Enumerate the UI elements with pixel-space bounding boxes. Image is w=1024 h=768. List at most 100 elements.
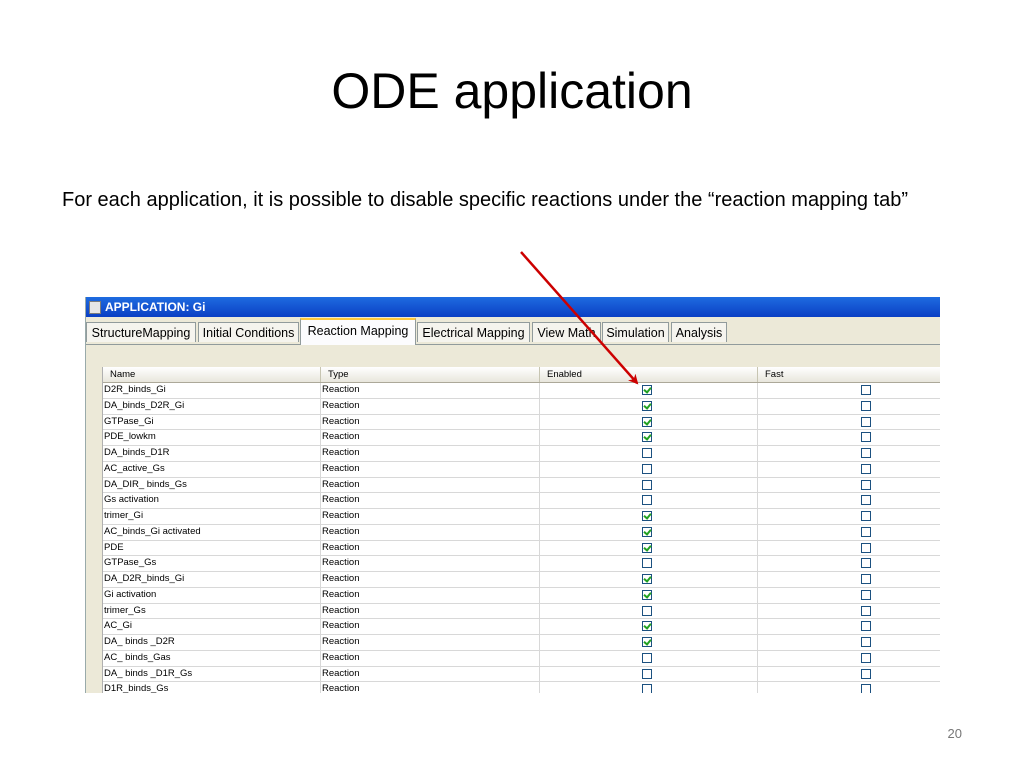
enabled-checkbox[interactable] <box>642 668 652 679</box>
table-row[interactable]: trimer_Gs Reaction <box>103 603 940 620</box>
fast-cell <box>758 446 940 461</box>
fast-checkbox[interactable] <box>861 385 871 395</box>
enabled-checkbox[interactable] <box>642 385 652 395</box>
fast-cell <box>758 682 940 693</box>
table-row[interactable]: DA_binds_D1R Reaction <box>103 446 940 462</box>
table-row[interactable]: D1R_binds_Gs Reaction <box>103 682 940 693</box>
table-row[interactable]: trimer_Gi Reaction <box>103 509 940 525</box>
reaction-type-cell: Reaction <box>321 414 540 430</box>
fast-cell <box>758 383 940 398</box>
fast-checkbox[interactable] <box>861 668 871 679</box>
column-header-fast[interactable]: Fast <box>758 367 940 382</box>
reaction-table: Name Type Enabled Fast D2R_binds_Gi React… <box>102 367 940 693</box>
reaction-name-cell: PDE_lowkm <box>103 430 321 445</box>
enabled-checkbox[interactable] <box>642 416 652 427</box>
enabled-checkbox[interactable] <box>642 526 652 537</box>
table-row[interactable]: PDE_lowkm Reaction <box>103 430 940 446</box>
reaction-name-cell: Gi activation <box>103 587 321 603</box>
column-header-name[interactable]: Name <box>103 367 321 382</box>
enabled-checkbox[interactable] <box>642 542 652 553</box>
table-row[interactable]: DA_ binds _D1R_Gs Reaction <box>103 666 940 683</box>
reaction-type-cell: Reaction <box>321 430 540 445</box>
table-row[interactable]: DA_D2R_binds_Gi Reaction <box>103 572 940 588</box>
table-body: D2R_binds_Gi Reaction DA_binds_D2R_Gi React… <box>103 383 940 693</box>
table-row[interactable]: AC_binds_Gi activated Reaction <box>103 524 940 541</box>
fast-checkbox[interactable] <box>861 511 871 521</box>
reaction-name-cell: DA_ binds _D2R <box>103 635 321 650</box>
enabled-checkbox[interactable] <box>642 448 652 458</box>
column-header-enabled[interactable]: Enabled <box>540 367 758 382</box>
enabled-checkbox[interactable] <box>642 400 652 411</box>
fast-cell <box>758 541 940 556</box>
fast-cell <box>758 509 940 524</box>
enabled-checkbox[interactable] <box>642 574 652 584</box>
table-row[interactable]: AC_ binds_Gas Reaction <box>103 650 940 667</box>
fast-checkbox[interactable] <box>861 574 871 584</box>
reaction-name-cell: DA_binds_D2R_Gi <box>103 398 321 414</box>
enabled-cell <box>540 556 758 571</box>
enabled-checkbox[interactable] <box>642 652 652 663</box>
table-row[interactable]: Gs activation Reaction <box>103 493 940 509</box>
fast-checkbox[interactable] <box>861 463 871 474</box>
tab-reaction-mapping[interactable]: Reaction Mapping <box>300 318 416 345</box>
fast-checkbox[interactable] <box>861 432 871 443</box>
enabled-cell <box>540 666 758 682</box>
reaction-name-cell: DA_DIR_ binds_Gs <box>103 477 321 493</box>
fast-checkbox[interactable] <box>861 558 871 569</box>
enabled-checkbox[interactable] <box>642 558 652 569</box>
fast-checkbox[interactable] <box>861 605 871 616</box>
enabled-checkbox[interactable] <box>642 432 652 443</box>
fast-cell <box>758 430 940 445</box>
fast-checkbox[interactable] <box>861 652 871 663</box>
table-row[interactable]: DA_DIR_ binds_Gs Reaction <box>103 477 940 494</box>
fast-checkbox[interactable] <box>861 542 871 553</box>
window-titlebar[interactable]: APPLICATION: Gi <box>86 297 940 317</box>
fast-checkbox[interactable] <box>861 416 871 427</box>
column-header-type[interactable]: Type <box>321 367 540 382</box>
fast-cell <box>758 415 940 430</box>
reaction-name-cell: D1R_binds_Gs <box>103 682 321 693</box>
enabled-checkbox[interactable] <box>642 605 652 616</box>
enabled-checkbox[interactable] <box>642 495 652 506</box>
slide-body-text: For each application, it is possible to … <box>62 189 909 211</box>
reaction-type-cell: Reaction <box>321 398 540 414</box>
tab-initial-conditions[interactable]: Initial Conditions <box>198 322 299 342</box>
reaction-name-cell: AC_ binds_Gas <box>103 650 321 666</box>
enabled-cell <box>540 635 758 650</box>
table-row[interactable]: Gi activation Reaction <box>103 587 940 604</box>
java-app-icon <box>89 300 101 314</box>
fast-checkbox[interactable] <box>861 621 871 632</box>
fast-checkbox[interactable] <box>861 684 871 693</box>
table-row[interactable]: D2R_binds_Gi Reaction <box>103 383 940 399</box>
fast-checkbox[interactable] <box>861 479 871 490</box>
enabled-checkbox[interactable] <box>642 589 652 600</box>
table-row[interactable]: DA_ binds _D2R Reaction <box>103 635 940 651</box>
fast-checkbox[interactable] <box>861 400 871 411</box>
table-row[interactable]: AC_active_Gs Reaction <box>103 461 940 478</box>
fast-checkbox[interactable] <box>861 448 871 458</box>
table-row[interactable]: AC_Gi Reaction <box>103 619 940 635</box>
tab-structure-mapping[interactable]: StructureMapping <box>86 322 196 342</box>
enabled-checkbox[interactable] <box>642 621 652 632</box>
enabled-checkbox[interactable] <box>642 637 652 647</box>
reaction-type-cell: Reaction <box>321 587 540 603</box>
enabled-checkbox[interactable] <box>642 511 652 521</box>
tab-electrical-mapping[interactable]: Electrical Mapping <box>417 322 530 342</box>
fast-checkbox[interactable] <box>861 589 871 600</box>
fast-checkbox[interactable] <box>861 526 871 537</box>
enabled-checkbox[interactable] <box>642 463 652 474</box>
table-row[interactable]: GTPase_Gi Reaction <box>103 414 940 431</box>
tab-simulation[interactable]: Simulation <box>602 322 669 342</box>
tab-view-math[interactable]: View Math <box>532 322 601 342</box>
enabled-checkbox[interactable] <box>642 479 652 490</box>
enabled-cell <box>540 524 758 540</box>
enabled-checkbox[interactable] <box>642 684 652 693</box>
fast-checkbox[interactable] <box>861 495 871 506</box>
table-row[interactable]: GTPase_Gs Reaction <box>103 556 940 572</box>
table-row[interactable]: PDE Reaction <box>103 540 940 557</box>
fast-cell <box>758 572 940 587</box>
tab-analysis[interactable]: Analysis <box>671 322 727 342</box>
fast-checkbox[interactable] <box>861 637 871 647</box>
table-row[interactable]: DA_binds_D2R_Gi Reaction <box>103 398 940 415</box>
enabled-cell <box>540 540 758 556</box>
